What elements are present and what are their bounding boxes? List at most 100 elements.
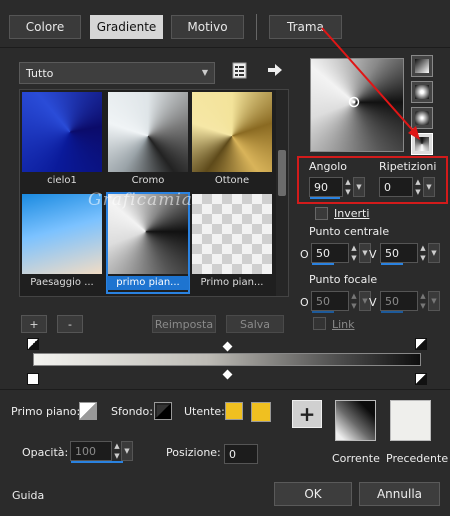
angle-label: Angolo	[309, 160, 347, 173]
arrow-right-icon[interactable]	[267, 63, 283, 77]
angle-input[interactable]: 90	[309, 177, 343, 199]
focal-v-input[interactable]: 50	[380, 291, 418, 313]
remove-gradient-button[interactable]: -	[57, 315, 83, 333]
style-radial-button[interactable]	[411, 133, 433, 155]
add-to-swatches-button[interactable]: +	[292, 400, 322, 428]
style-linear-button[interactable]	[411, 55, 433, 77]
invert-checkbox[interactable]	[315, 207, 328, 220]
gradient-thumb-primo-piano-transparent[interactable]	[192, 194, 272, 274]
background-label: Sfondo:	[111, 405, 153, 418]
repeats-value: 0	[384, 180, 391, 194]
gradient-editor-bar[interactable]	[33, 353, 421, 366]
repeats-dropdown-button[interactable]: ▼	[423, 177, 435, 197]
angle-slider-fill	[310, 197, 340, 199]
focal-h-input[interactable]: 50	[311, 291, 349, 313]
current-swatch[interactable]	[335, 400, 376, 441]
previous-swatch[interactable]	[390, 400, 431, 441]
color-stop-right[interactable]	[415, 373, 427, 385]
gradient-scrollbar[interactable]	[276, 90, 288, 296]
center-h-value: 50	[316, 246, 330, 260]
gradient-label: Primo pian...	[200, 277, 264, 288]
link-label: Link	[332, 318, 355, 331]
focal-h-stepper[interactable]: ▲ ▼	[349, 291, 359, 311]
foreground-swatch[interactable]	[79, 402, 97, 420]
angle-dropdown-button[interactable]: ▼	[353, 177, 365, 197]
chevron-down-icon: ▼	[201, 68, 208, 77]
center-v-label: V	[369, 248, 377, 261]
invert-label: Inverti	[334, 207, 370, 220]
help-link[interactable]: Guida	[12, 489, 44, 502]
opacity-stop-right[interactable]	[415, 338, 427, 350]
previous-label: Precedente	[386, 452, 449, 465]
center-h-slider-fill	[312, 263, 334, 265]
save-button[interactable]: Salva	[226, 315, 284, 333]
center-v-stepper[interactable]: ▲ ▼	[418, 243, 428, 263]
tab-colore[interactable]: Colore	[9, 15, 81, 39]
position-label: Posizione:	[166, 446, 221, 459]
focal-h-label: O	[300, 296, 309, 309]
link-checkbox[interactable]	[313, 317, 326, 330]
color-stop-left[interactable]	[27, 373, 39, 385]
focal-h-value: 50	[316, 294, 330, 308]
tab-gradiente[interactable]: Gradiente	[90, 15, 163, 39]
gradient-thumb-ottone[interactable]	[192, 92, 272, 172]
gradient-label-selected: primo pian...	[107, 276, 189, 290]
tab-trama[interactable]: Trama	[269, 15, 342, 39]
current-label: Corrente	[332, 452, 380, 465]
gradient-label: Cromo	[131, 175, 165, 186]
gradient-label: Paesaggio ...	[30, 277, 94, 288]
focal-v-label: V	[369, 296, 377, 309]
center-v-dropdown-button[interactable]: ▼	[428, 243, 440, 263]
linear-style-icon	[415, 59, 429, 73]
center-h-label: O	[300, 248, 309, 261]
cancel-button[interactable]: Annulla	[359, 482, 440, 506]
user-color-swatch[interactable]	[225, 402, 243, 420]
focal-v-dropdown-button[interactable]: ▼	[428, 291, 440, 311]
user-color-preview[interactable]	[251, 402, 271, 422]
section-divider	[0, 389, 450, 390]
style-sunburst-button[interactable]	[411, 107, 433, 129]
center-v-value: 50	[385, 246, 399, 260]
opacity-midpoint[interactable]	[222, 341, 233, 352]
repeats-label: Ripetizioni	[379, 160, 437, 173]
background-swatch[interactable]	[154, 402, 172, 420]
radial-style-icon	[415, 137, 429, 151]
repeats-stepper[interactable]: ▲ ▼	[413, 177, 423, 197]
opacity-input[interactable]: 100	[70, 441, 123, 463]
ok-button[interactable]: OK	[274, 482, 352, 506]
repeats-input[interactable]: 0	[379, 177, 413, 197]
opacity-dropdown-button[interactable]: ▼	[121, 441, 133, 461]
center-v-slider-fill	[381, 263, 403, 265]
center-v-input[interactable]: 50	[380, 243, 418, 265]
opacity-value: 100	[75, 444, 96, 458]
center-crosshair-icon[interactable]	[348, 96, 360, 108]
color-midpoint[interactable]	[222, 369, 233, 380]
category-dropdown[interactable]: Tutto ▼	[19, 62, 215, 84]
center-h-input[interactable]: 50	[311, 243, 349, 265]
angle-stepper[interactable]: ▲ ▼	[343, 177, 353, 197]
center-h-stepper[interactable]: ▲ ▼	[349, 243, 359, 263]
document-list-icon[interactable]	[232, 62, 248, 80]
focal-v-stepper[interactable]: ▲ ▼	[418, 291, 428, 311]
sunburst-style-icon	[415, 111, 429, 125]
black-triangle-icon	[157, 405, 169, 417]
gradient-thumb-cromo[interactable]	[108, 92, 188, 172]
gradient-preview[interactable]	[310, 58, 404, 152]
tab-motivo[interactable]: Motivo	[171, 15, 244, 39]
reset-button[interactable]: Reimposta	[152, 315, 216, 333]
add-gradient-button[interactable]: +	[21, 315, 47, 333]
focal-point-label: Punto focale	[309, 273, 378, 286]
rectangular-style-icon	[415, 85, 429, 99]
gradient-thumb-cielo1[interactable]	[22, 92, 102, 172]
angle-value: 90	[314, 180, 328, 194]
style-rectangular-button[interactable]	[411, 81, 433, 103]
user-label: Utente:	[184, 405, 225, 418]
position-input[interactable]: 0	[224, 444, 258, 464]
center-point-label: Punto centrale	[309, 225, 390, 238]
watermark: Graficamia	[88, 190, 193, 210]
opacity-stop-left[interactable]	[27, 338, 39, 350]
scrollbar-thumb[interactable]	[278, 150, 286, 196]
focal-v-slider-fill	[381, 311, 403, 313]
opacity-label: Opacità:	[22, 446, 69, 459]
category-dropdown-value: Tutto	[26, 66, 54, 80]
